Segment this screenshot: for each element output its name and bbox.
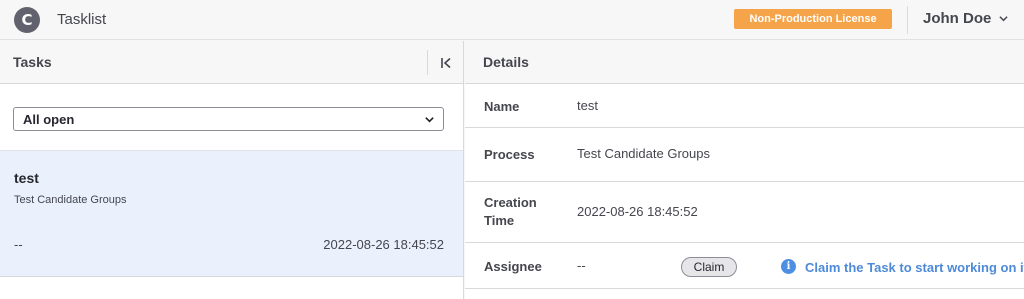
filter-area: All open [0,84,463,150]
collapse-divider [427,50,428,75]
detail-row-assignee: Assignee -- Claim i Claim the Task to st… [465,243,1024,289]
detail-label: Assignee [484,259,542,274]
detail-value: 2022-08-26 18:45:52 [577,204,698,219]
detail-value: -- [577,258,586,273]
task-filter-select[interactable]: All open [13,107,444,131]
detail-row-process: Process Test Candidate Groups [465,128,1024,182]
detail-value: Test Candidate Groups [577,146,710,161]
app-title: Tasklist [57,11,107,28]
detail-row-name: Name test [465,85,1024,128]
task-list-item[interactable]: test Test Candidate Groups -- 2022-08-26… [0,150,463,277]
claim-hint: Claim the Task to start working on it [805,260,1024,275]
task-filter-value: All open [23,111,75,127]
detail-label-line2: Time [484,213,515,228]
collapse-panel-button[interactable] [436,54,456,72]
detail-label: Name [484,99,520,114]
task-assignee: -- [14,237,23,252]
details-panel-header: Details [465,41,1024,84]
detail-row-creation-time: Creation Time 2022-08-26 18:45:52 [465,182,1024,243]
task-name: test [14,170,39,186]
info-icon: i [781,259,796,274]
user-menu[interactable]: John Doe [923,10,1008,27]
details-panel-title: Details [483,54,529,70]
claim-button[interactable]: Claim [681,257,737,277]
details-panel: Details Name test Process Test Candidate… [465,41,1024,299]
user-name: John Doe [923,10,992,27]
header-divider [907,6,908,34]
tasks-panel-title: Tasks [13,54,52,70]
tasks-panel-header: Tasks [0,41,463,84]
detail-label: Process [484,147,535,162]
app-header: C Tasklist Non-Production License John D… [0,0,1024,40]
camunda-logo[interactable]: C [14,7,40,33]
task-process: Test Candidate Groups [14,194,127,206]
detail-value: test [577,98,598,113]
logo-letter: C [21,10,33,29]
detail-label-line1: Creation [484,195,537,210]
chevron-down-icon [999,16,1008,22]
collapse-left-icon [441,57,451,69]
license-badge: Non-Production License [734,9,892,29]
tasks-panel: Tasks All open test Test Candidate Group… [0,41,464,299]
chevron-down-icon [425,117,434,123]
task-creation-date: 2022-08-26 18:45:52 [323,237,444,252]
